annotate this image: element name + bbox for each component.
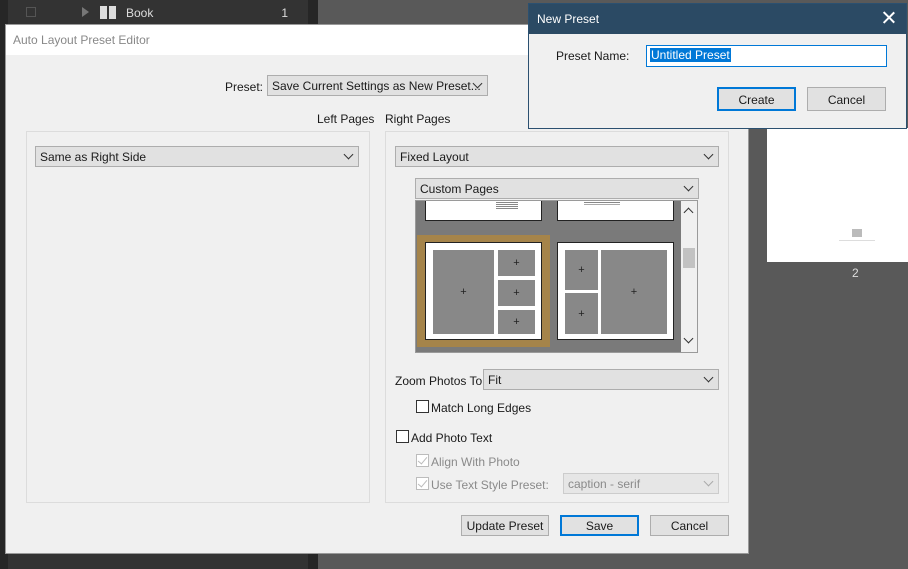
right-pages-select[interactable]: Fixed Layout: [395, 146, 719, 167]
save-button[interactable]: Save: [560, 515, 639, 536]
close-icon[interactable]: [882, 10, 896, 24]
zoom-photos-select[interactable]: Fit: [483, 369, 719, 390]
text-style-value: caption - serif: [568, 477, 641, 491]
preset-select-value: Save Current Settings as New Preset...: [272, 79, 481, 93]
row-checkbox[interactable]: [26, 7, 36, 17]
page-line: [839, 240, 875, 241]
layout-thumbnail[interactable]: [557, 201, 674, 221]
left-pages-label: Left Pages: [317, 112, 375, 126]
zoom-photos-label: Zoom Photos To:: [395, 374, 486, 388]
scroll-thumb[interactable]: [683, 248, 695, 268]
text-block-icon: [852, 229, 862, 237]
collection-count: 1: [281, 6, 288, 20]
photo-cell: +: [601, 250, 667, 334]
chevron-down-icon: [703, 476, 714, 487]
collection-label: Book: [126, 6, 154, 20]
layout-thumbnail-selected[interactable]: + + + +: [425, 242, 542, 340]
zoom-photos-value: Fit: [488, 373, 502, 387]
layout-thumbnail[interactable]: [425, 201, 542, 221]
new-preset-title: New Preset: [529, 4, 906, 34]
chevron-down-icon: [703, 149, 714, 160]
use-text-style-label: Use Text Style Preset:: [431, 478, 549, 492]
page-number: 2: [852, 266, 859, 280]
chevron-down-icon: [343, 149, 354, 160]
custom-pages-select[interactable]: Custom Pages: [415, 178, 699, 199]
cancel-new-preset-button[interactable]: Cancel: [807, 87, 886, 111]
left-pages-value: Same as Right Side: [40, 150, 147, 164]
book-page-preview[interactable]: [767, 128, 908, 262]
chevron-down-icon: [703, 372, 714, 383]
photo-cell: +: [498, 310, 535, 334]
preset-select[interactable]: Save Current Settings as New Preset...: [267, 75, 488, 96]
preset-name-input[interactable]: Untitled Preset: [646, 45, 887, 67]
photo-cell: +: [433, 250, 494, 334]
left-pages-group: [26, 131, 370, 503]
collection-row-book[interactable]: Book 1: [8, 0, 308, 26]
add-photo-text-label: Add Photo Text: [411, 431, 493, 445]
layout-thumbnail-gallery[interactable]: + + + + + + +: [415, 200, 698, 353]
expand-triangle-icon[interactable]: [82, 7, 89, 17]
text-lines: [584, 202, 620, 203]
preset-name-value: Untitled Preset: [650, 48, 731, 62]
align-with-photo-label: Align With Photo: [431, 455, 520, 469]
gallery-scrollbar[interactable]: [681, 201, 697, 352]
scroll-down-icon[interactable]: [683, 333, 694, 344]
scroll-up-icon[interactable]: [683, 207, 694, 218]
preset-label: Preset:: [225, 80, 264, 94]
cancel-button[interactable]: Cancel: [650, 515, 729, 536]
match-long-edges-checkbox[interactable]: [416, 400, 429, 413]
photo-cell: +: [498, 250, 535, 276]
layout-thumbnail[interactable]: + + +: [557, 242, 674, 340]
chevron-down-icon: [683, 181, 694, 192]
photo-cell: +: [565, 293, 598, 334]
create-button[interactable]: Create: [717, 87, 796, 111]
right-pages-label: Right Pages: [385, 112, 451, 126]
update-preset-button[interactable]: Update Preset: [461, 515, 549, 536]
text-style-select[interactable]: caption - serif: [563, 473, 719, 494]
book-icon: [100, 6, 116, 19]
add-photo-text-checkbox[interactable]: [396, 430, 409, 443]
left-pages-select[interactable]: Same as Right Side: [35, 146, 359, 167]
align-with-photo-checkbox[interactable]: [416, 454, 429, 467]
right-pages-value: Fixed Layout: [400, 150, 469, 164]
text-lines: [496, 202, 518, 203]
custom-pages-value: Custom Pages: [420, 182, 499, 196]
photo-cell: +: [565, 250, 598, 290]
photo-cell: +: [498, 280, 535, 306]
new-preset-dialog: New Preset Preset Name: Untitled Preset …: [528, 3, 907, 129]
use-text-style-checkbox[interactable]: [416, 477, 429, 490]
preset-name-label: Preset Name:: [556, 49, 630, 63]
match-long-edges-label: Match Long Edges: [431, 401, 532, 415]
